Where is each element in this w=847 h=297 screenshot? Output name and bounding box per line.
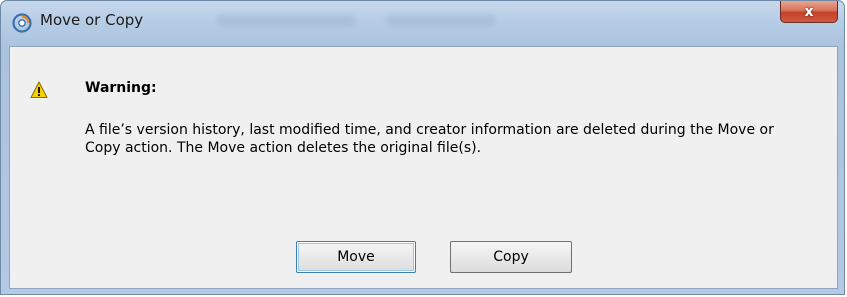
app-icon: [12, 13, 32, 33]
title-bar[interactable]: Move or Copy x: [1, 1, 844, 41]
move-or-copy-dialog: Move or Copy x Warning: A file’s version…: [0, 0, 845, 295]
close-icon: x: [804, 3, 814, 20]
warning-heading: Warning:: [85, 80, 157, 96]
blurred-background-title: [216, 15, 356, 27]
window-title: Move or Copy: [40, 11, 144, 29]
close-button[interactable]: x: [780, 1, 838, 23]
copy-button[interactable]: Copy: [450, 241, 572, 273]
warning-icon: [30, 81, 48, 98]
move-button[interactable]: Move: [296, 241, 416, 273]
warning-message: A file’s version history, last modified …: [85, 122, 774, 156]
blurred-background-title: [386, 15, 496, 27]
dialog-content: Warning: A file’s version history, last …: [9, 46, 838, 289]
